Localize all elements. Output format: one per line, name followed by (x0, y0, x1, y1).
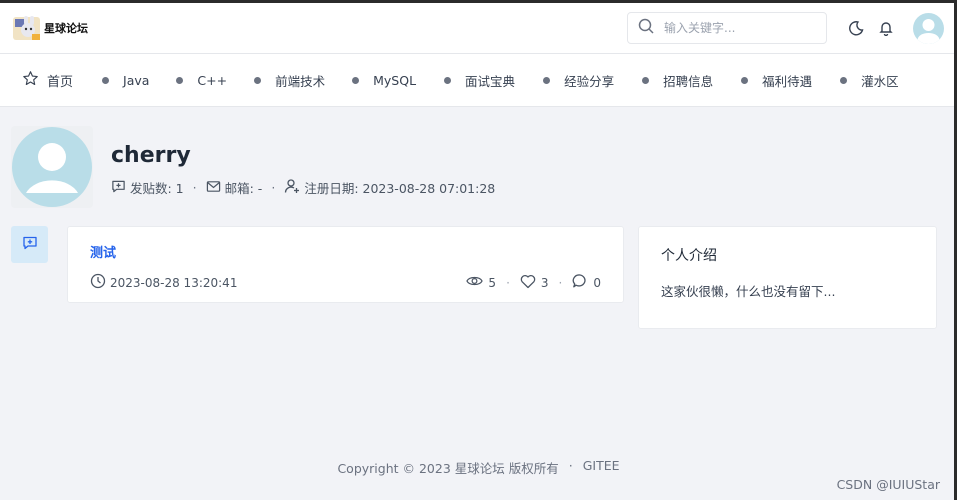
profile-header: cherry 发贴数: 1 · 邮箱: - · 注册日期: 2023-08-28… (11, 126, 495, 208)
dot-icon (741, 76, 749, 84)
user-plus-icon (284, 178, 300, 197)
gitee-link[interactable]: GITEE (583, 458, 620, 477)
eye-icon (466, 274, 484, 291)
bell-icon[interactable] (877, 19, 895, 37)
nav-item-frontend[interactable]: 前端技术 (254, 71, 325, 90)
tab-posts[interactable] (11, 226, 48, 263)
post-count: 发贴数: 1 (111, 178, 184, 197)
dot-icon (840, 76, 848, 84)
intro-text: 这家伙很懒，什么也没有留下... (661, 284, 836, 299)
nav-item-jobs[interactable]: 招聘信息 (642, 71, 713, 90)
heart-icon (520, 274, 536, 292)
brand-name: 星球论坛 (44, 22, 88, 35)
dot-icon (642, 76, 650, 84)
user-avatar[interactable] (913, 12, 944, 44)
nav-home-label: 首页 (47, 74, 74, 90)
message-plus-icon (111, 179, 126, 197)
dark-mode-icon[interactable] (847, 19, 865, 37)
register-date: 注册日期: 2023-08-28 07:01:28 (284, 178, 495, 197)
dot-icon (102, 76, 110, 84)
profile-username: cherry (111, 143, 191, 168)
category-nav: 首页 Java C++ 前端技术 MySQL 面试宝典 经验分享 招聘信息 福利… (0, 54, 954, 107)
dot-icon (254, 76, 262, 84)
search-icon (638, 18, 654, 38)
view-count: 5 (466, 274, 496, 291)
post-card: 测试 2023-08-28 13:20:41 5 · 3 · 0 (67, 226, 624, 303)
footer-separator: · (568, 458, 573, 473)
mail-icon (206, 179, 221, 197)
dot-icon (543, 76, 551, 84)
search-box[interactable] (627, 12, 827, 44)
like-button[interactable]: 3 (520, 274, 549, 292)
footer: Copyright © 2023 星球论坛 版权所有 · GITEE (0, 458, 957, 477)
comment-count[interactable]: 0 (572, 273, 601, 292)
logo-icon (12, 15, 42, 42)
top-bar: 星球论坛 (0, 3, 954, 54)
nav-item-experience[interactable]: 经验分享 (543, 71, 614, 90)
nav-home[interactable]: 首页 (22, 70, 73, 91)
watermark: CSDN @IUIUStar (836, 477, 940, 492)
star-icon (22, 70, 39, 91)
clock-icon (90, 273, 106, 292)
dot-icon (176, 76, 184, 84)
email: 邮箱: - (206, 178, 262, 197)
dot-icon (352, 76, 360, 84)
brand[interactable]: 星球论坛 (12, 15, 88, 42)
message-plus-icon (22, 235, 38, 255)
post-title-link[interactable]: 测试 (90, 242, 601, 261)
search-input[interactable] (664, 21, 814, 35)
nav-item-cpp[interactable]: C++ (176, 73, 227, 88)
intro-title: 个人介绍 (661, 248, 717, 264)
copyright-text: Copyright © 2023 星球论坛 版权所有 (337, 461, 559, 476)
comment-icon (572, 273, 588, 292)
intro-card: 个人介绍 这家伙很懒，什么也没有留下... (638, 226, 937, 329)
profile-avatar (11, 126, 93, 208)
nav-item-benefits[interactable]: 福利待遇 (741, 71, 812, 90)
nav-item-java[interactable]: Java (102, 73, 149, 88)
nav-item-mysql[interactable]: MySQL (352, 73, 416, 88)
nav-item-chat[interactable]: 灌水区 (840, 71, 899, 90)
nav-item-interview[interactable]: 面试宝典 (444, 71, 515, 90)
post-date: 2023-08-28 13:20:41 (90, 273, 237, 292)
dot-icon (444, 76, 452, 84)
